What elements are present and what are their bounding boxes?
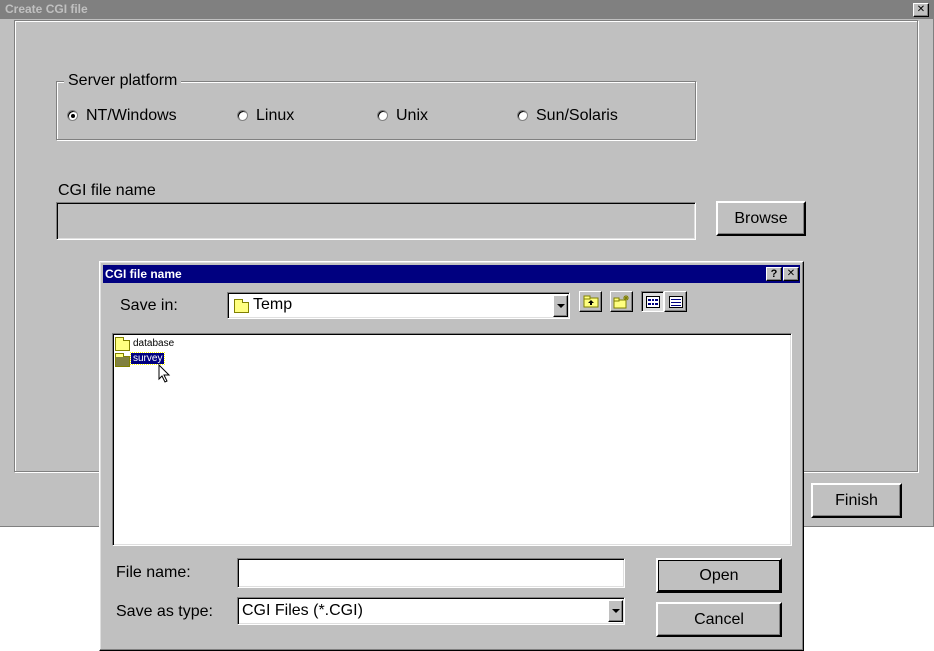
finish-button[interactable]: Finish [811,483,902,518]
radio-unix[interactable]: Unix [376,107,496,125]
chevron-down-icon [611,609,620,613]
radio-nt-windows[interactable]: NT/Windows [66,107,206,125]
file-name: database [133,338,175,349]
up-folder-icon [583,295,598,308]
dialog-close-button[interactable]: ✕ [783,267,799,281]
radio-button-icon [517,110,528,121]
cancel-label: Cancel [694,610,744,628]
file-name-value [238,555,246,580]
radio-button-icon [67,110,78,121]
close-icon: ✕ [916,4,926,15]
open-label: Open [699,566,739,584]
help-icon: ? [770,267,778,280]
file-name-label: File name: [116,564,191,581]
cancel-button[interactable]: Cancel [656,602,782,637]
details-view-button[interactable] [664,291,687,312]
open-button[interactable]: Open [656,558,782,593]
radio-button-icon [237,110,248,121]
browse-label: Browse [734,209,788,227]
dialog-help-button[interactable]: ? [766,267,782,281]
mouse-cursor-icon [158,364,171,383]
new-folder-icon [613,294,629,308]
radio-button-icon [377,110,388,121]
save-as-type-value: CGI Files (*.CGI) [242,602,363,619]
folder-icon [234,299,249,313]
file-name-input[interactable] [237,558,625,588]
save-as-type-dropdown-button[interactable] [608,600,623,622]
new-folder-button[interactable] [610,291,633,312]
details-view-icon [668,295,683,308]
radio-sun-solaris[interactable]: Sun/Solaris [516,107,656,125]
radio-label: Linux [256,107,295,124]
file-name: survey [129,352,166,365]
cgi-file-name-label: CGI file name [58,182,156,199]
wizard-title-bar: Create CGI file ✕ [0,0,934,19]
file-list[interactable]: database survey [112,333,792,546]
radio-linux[interactable]: Linux [236,107,356,125]
browse-button[interactable]: Browse [716,201,806,236]
list-view-button[interactable] [641,291,664,312]
up-one-level-button[interactable] [579,291,602,312]
dialog-title: CGI file name [105,267,182,281]
cgi-file-name-value [57,199,65,224]
radio-label: Unix [396,107,429,124]
dialog-title-bar: CGI file name ? ✕ [103,265,800,283]
wizard-title: Create CGI file [5,2,88,16]
save-as-type-label: Save as type: [116,603,213,620]
folder-icon [115,353,130,367]
chevron-down-icon [556,304,565,308]
finish-label: Finish [835,491,878,509]
save-dialog: CGI file name ? ✕ Save in: Temp database… [99,261,804,651]
platform-group-label: Server platform [64,72,182,90]
save-in-label: Save in: [120,297,178,314]
save-in-combo[interactable]: Temp [227,292,570,319]
radio-label: Sun/Solaris [536,107,618,124]
list-view-icon [645,295,660,308]
close-icon: ✕ [786,268,796,279]
list-item[interactable]: database [115,337,205,351]
wizard-close-button[interactable]: ✕ [913,3,929,17]
folder-icon [115,337,130,351]
radio-label: NT/Windows [86,107,177,124]
save-as-type-combo[interactable]: CGI Files (*.CGI) [237,597,625,625]
save-in-dropdown-button[interactable] [553,295,568,317]
cgi-file-name-input[interactable] [56,202,696,240]
save-in-value: Temp [253,296,293,313]
